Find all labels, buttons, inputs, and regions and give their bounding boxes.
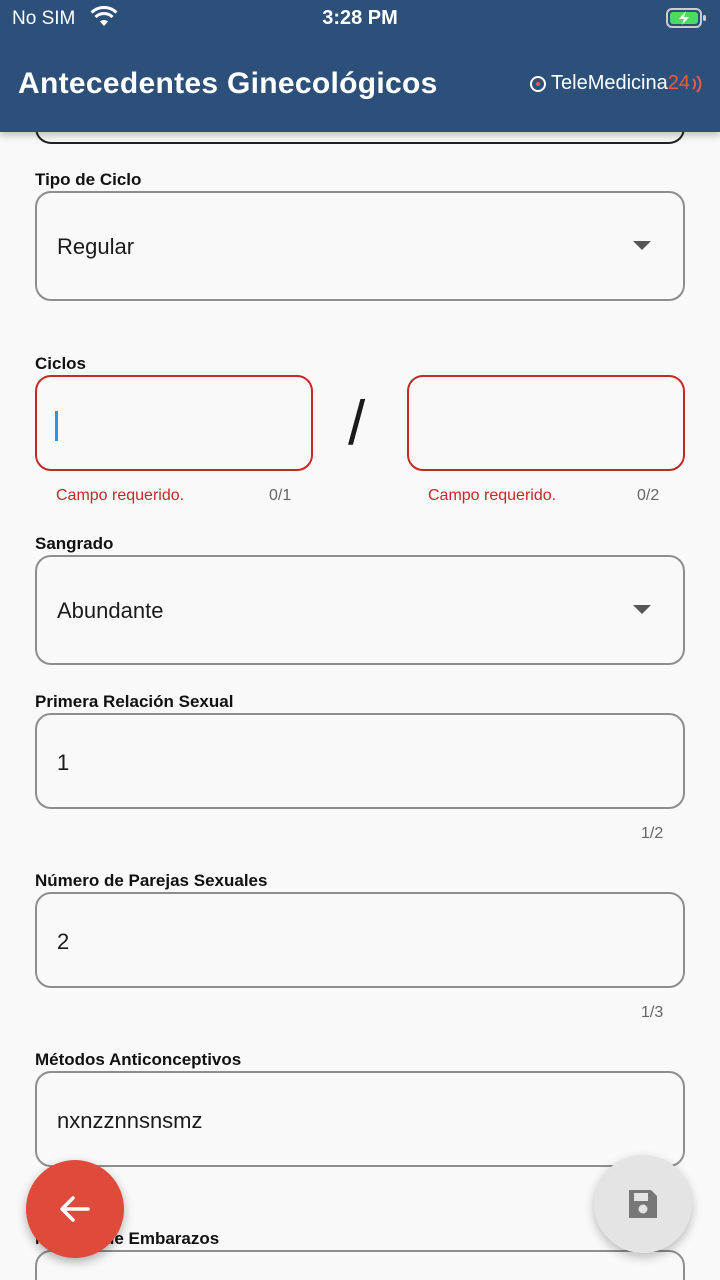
app-header: No SIM 3:28 PM Antecedentes Ginecológico…: [0, 0, 720, 132]
page-title: Antecedentes Ginecológicos: [18, 67, 438, 100]
form-content: Tipo de Ciclo Regular Ciclos / Campo req…: [0, 0, 720, 1280]
status-time: 3:28 PM: [322, 7, 398, 29]
metodos-input[interactable]: nxnzznnsnsmz: [35, 1071, 685, 1167]
logo-number: 24: [667, 72, 690, 94]
arrow-back-icon: [60, 1196, 90, 1222]
metodos-value: nxnzznnsnsmz: [57, 1108, 203, 1133]
ciclos-separator: /: [348, 389, 366, 458]
sangrado-value: Abundante: [57, 598, 164, 623]
status-bar: No SIM 3:28 PM: [0, 0, 720, 36]
stethoscope-icon: [530, 75, 547, 92]
parejas-counter: 1/3: [641, 1004, 664, 1021]
signal-waves-icon: [692, 74, 702, 93]
text-cursor: [55, 411, 58, 441]
metodos-label: Métodos Anticonceptivos: [35, 1050, 242, 1069]
ciclos-right-error: Campo requerido.: [428, 487, 557, 504]
tipo-ciclo-dropdown[interactable]: Regular: [35, 191, 685, 301]
save-icon: [629, 1190, 657, 1218]
sangrado-dropdown[interactable]: Abundante: [35, 555, 685, 665]
tipo-ciclo-label: Tipo de Ciclo: [35, 170, 142, 189]
ciclos-left-error: Campo requerido.: [56, 487, 185, 504]
save-button[interactable]: [594, 1155, 692, 1253]
tipo-ciclo-value: Regular: [57, 234, 135, 259]
sangrado-label: Sangrado: [35, 534, 114, 553]
primera-relacion-counter: 1/2: [641, 825, 664, 842]
ciclos-left-input[interactable]: [35, 375, 313, 471]
embarazos-input[interactable]: [35, 1250, 685, 1280]
back-button[interactable]: [26, 1160, 124, 1258]
parejas-label: Número de Parejas Sexuales: [35, 871, 268, 890]
logo-text: TeleMedicina: [551, 72, 668, 94]
telemedicina-logo: TeleMedicina 24: [529, 72, 706, 95]
chevron-down-icon: [633, 241, 651, 250]
primera-relacion-label: Primera Relación Sexual: [35, 692, 234, 711]
chevron-down-icon: [633, 605, 651, 614]
ciclos-left-counter: 0/1: [269, 487, 292, 504]
primera-relacion-value: 1: [57, 750, 70, 775]
ciclos-right-counter: 0/2: [637, 487, 660, 504]
battery-charging-icon: [666, 7, 708, 35]
primera-relacion-input[interactable]: 1: [35, 713, 685, 809]
parejas-value: 2: [57, 929, 70, 954]
ciclos-right-input[interactable]: [407, 375, 685, 471]
ciclos-label: Ciclos: [35, 354, 87, 373]
parejas-input[interactable]: 2: [35, 892, 685, 988]
